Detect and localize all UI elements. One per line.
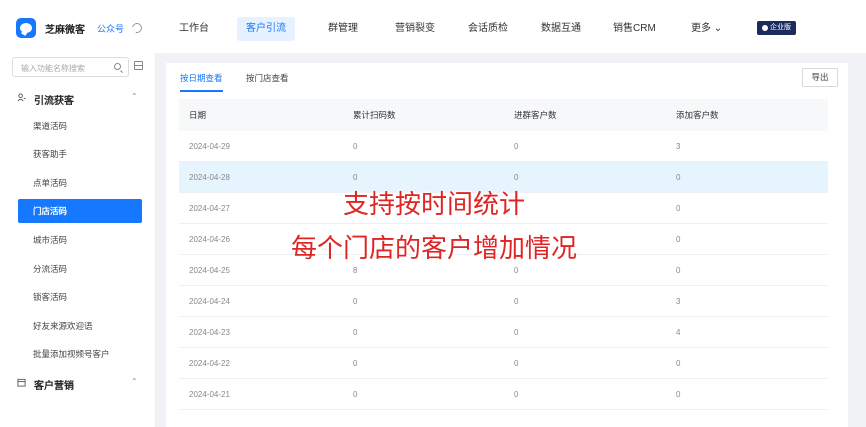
cell-added-customers: 0: [676, 235, 681, 244]
cell-date: 2024-04-25: [189, 266, 230, 275]
nav-marketing-fission[interactable]: 营销裂变: [386, 17, 444, 41]
cell-added-customers: 0: [676, 390, 681, 399]
sidebar-item-lock-code[interactable]: 锁客活码: [18, 285, 142, 309]
brand[interactable]: 芝麻微客 公众号: [16, 17, 144, 39]
chevron-up-icon: ⌃: [131, 377, 138, 386]
cell-total-scans: 0: [353, 359, 358, 368]
cell-date: 2024-04-27: [189, 204, 230, 213]
logo-icon: [16, 18, 36, 38]
main-content: 按日期查看 按门店查看 导出 日期 累计扫码数 进群客户数 添加客户数 2024…: [156, 53, 866, 427]
cell-date: 2024-04-22: [189, 359, 230, 368]
table-row[interactable]: 2024-04-27 0: [179, 193, 828, 224]
export-button[interactable]: 导出: [802, 68, 838, 87]
sidebar-group-label: 客户营销: [34, 381, 74, 392]
sidebar-item-acquisition-assistant[interactable]: 获客助手: [18, 142, 142, 166]
layout-icon[interactable]: [134, 61, 143, 70]
cell-total-scans: 0: [353, 328, 358, 337]
cell-group-joins: 0: [514, 359, 519, 368]
cell-total-scans: 8: [353, 266, 358, 275]
chevron-up-icon: ⌃: [131, 92, 138, 101]
tab-by-date[interactable]: 按日期查看: [180, 71, 223, 93]
cell-added-customers: 0: [676, 266, 681, 275]
table-row[interactable]: 2024-04-25 8 0 0: [179, 255, 828, 286]
search-input[interactable]: 输入功能名称搜索: [12, 57, 129, 77]
cell-group-joins: 0: [514, 173, 519, 182]
table-body: 2024-04-29 0 0 3 2024-04-28 0 0 0 2024-04-27 0 202…: [179, 131, 828, 410]
cell-total-scans: 0: [353, 390, 358, 399]
sidebar-item-channel-code[interactable]: 渠道活码: [18, 114, 142, 138]
cell-group-joins: 0: [514, 328, 519, 337]
table-row[interactable]: 2024-04-23 0 0 4: [179, 317, 828, 348]
sidebar-item-city-code[interactable]: 城市活码: [18, 228, 142, 252]
table-row[interactable]: 2024-04-24 0 0 3: [179, 286, 828, 317]
nav-customer-acquisition[interactable]: 客户引流: [237, 17, 295, 41]
theme-toggle-icon[interactable]: [130, 21, 144, 35]
sidebar-item-video-customers[interactable]: 批量添加视频号客户: [18, 342, 142, 366]
cell-added-customers: 0: [676, 359, 681, 368]
cell-total-scans: 0: [353, 142, 358, 151]
edition-badge[interactable]: 企业版: [757, 21, 796, 35]
table-row[interactable]: 2024-04-22 0 0 0: [179, 348, 828, 379]
edition-badge-label: 企业版: [770, 24, 791, 31]
calendar-icon: [17, 378, 26, 387]
cell-date: 2024-04-23: [189, 328, 230, 337]
table-row[interactable]: 2024-04-26 0: [179, 224, 828, 255]
table-row[interactable]: 2024-04-21 0 0 0: [179, 379, 828, 410]
sidebar-item-split-code[interactable]: 分流活码: [18, 257, 142, 281]
sidebar: 输入功能名称搜索 引流获客 ⌃ 渠道活码 获客助手 点单活码 门店活码 城市活码…: [0, 53, 156, 427]
tab-by-store[interactable]: 按门店查看: [246, 71, 289, 93]
cell-date: 2024-04-24: [189, 297, 230, 306]
cell-added-customers: 0: [676, 173, 681, 182]
user-icon: [17, 93, 26, 102]
table-row[interactable]: 2024-04-29 0 0 3: [179, 131, 828, 162]
stats-table: 日期 累计扫码数 进群客户数 添加客户数 2024-04-29 0 0 3 2024-0…: [179, 99, 828, 410]
diamond-icon: [762, 25, 768, 31]
sidebar-group-acquisition[interactable]: 引流获客 ⌃: [0, 87, 156, 109]
nav-group-management[interactable]: 群管理: [319, 17, 367, 41]
sidebar-group-label: 引流获客: [34, 96, 74, 107]
cell-group-joins: 0: [514, 266, 519, 275]
nav-workbench[interactable]: 工作台: [170, 17, 218, 41]
top-bar: 芝麻微客 公众号 工作台 客户引流 群管理 营销裂变 会话质检 数据互通 销售C…: [0, 0, 866, 53]
cell-group-joins: 0: [514, 390, 519, 399]
account-link[interactable]: 公众号: [97, 22, 124, 35]
cell-date: 2024-04-29: [189, 142, 230, 151]
cell-total-scans: 0: [353, 297, 358, 306]
search-placeholder: 输入功能名称搜索: [21, 64, 85, 73]
cell-added-customers: 3: [676, 297, 681, 306]
content-panel: 按日期查看 按门店查看 导出 日期 累计扫码数 进群客户数 添加客户数 2024…: [166, 63, 848, 427]
nav-data-sync[interactable]: 数据互通: [532, 17, 590, 41]
brand-name: 芝麻微客: [45, 24, 85, 36]
nav-sales-crm[interactable]: 销售CRM: [604, 17, 665, 41]
header-added-customers: 添加客户数: [676, 110, 719, 120]
cell-date: 2024-04-21: [189, 390, 230, 399]
table-row[interactable]: 2024-04-28 0 0 0: [179, 162, 828, 193]
sidebar-item-store-code[interactable]: 门店活码: [18, 199, 142, 223]
sidebar-item-order-code[interactable]: 点单活码: [18, 171, 142, 195]
nav-more[interactable]: 更多 ⌄: [682, 17, 731, 41]
header-total-scans: 累计扫码数: [353, 110, 396, 120]
header-date: 日期: [189, 110, 207, 120]
header-group-joins: 进群客户数: [514, 110, 557, 120]
search-icon[interactable]: [114, 63, 121, 70]
cell-date: 2024-04-26: [189, 235, 230, 244]
sidebar-group-marketing[interactable]: 客户营销 ⌃: [0, 372, 156, 394]
nav-session-qc[interactable]: 会话质检: [459, 17, 517, 41]
cell-added-customers: 0: [676, 204, 681, 213]
cell-group-joins: 0: [514, 142, 519, 151]
cell-date: 2024-04-28: [189, 173, 230, 182]
table-header: 日期 累计扫码数 进群客户数 添加客户数: [179, 99, 828, 131]
sidebar-item-welcome-message[interactable]: 好友来源欢迎语: [18, 314, 142, 338]
cell-added-customers: 3: [676, 142, 681, 151]
cell-added-customers: 4: [676, 328, 681, 337]
cell-group-joins: 0: [514, 297, 519, 306]
cell-total-scans: 0: [353, 173, 358, 182]
